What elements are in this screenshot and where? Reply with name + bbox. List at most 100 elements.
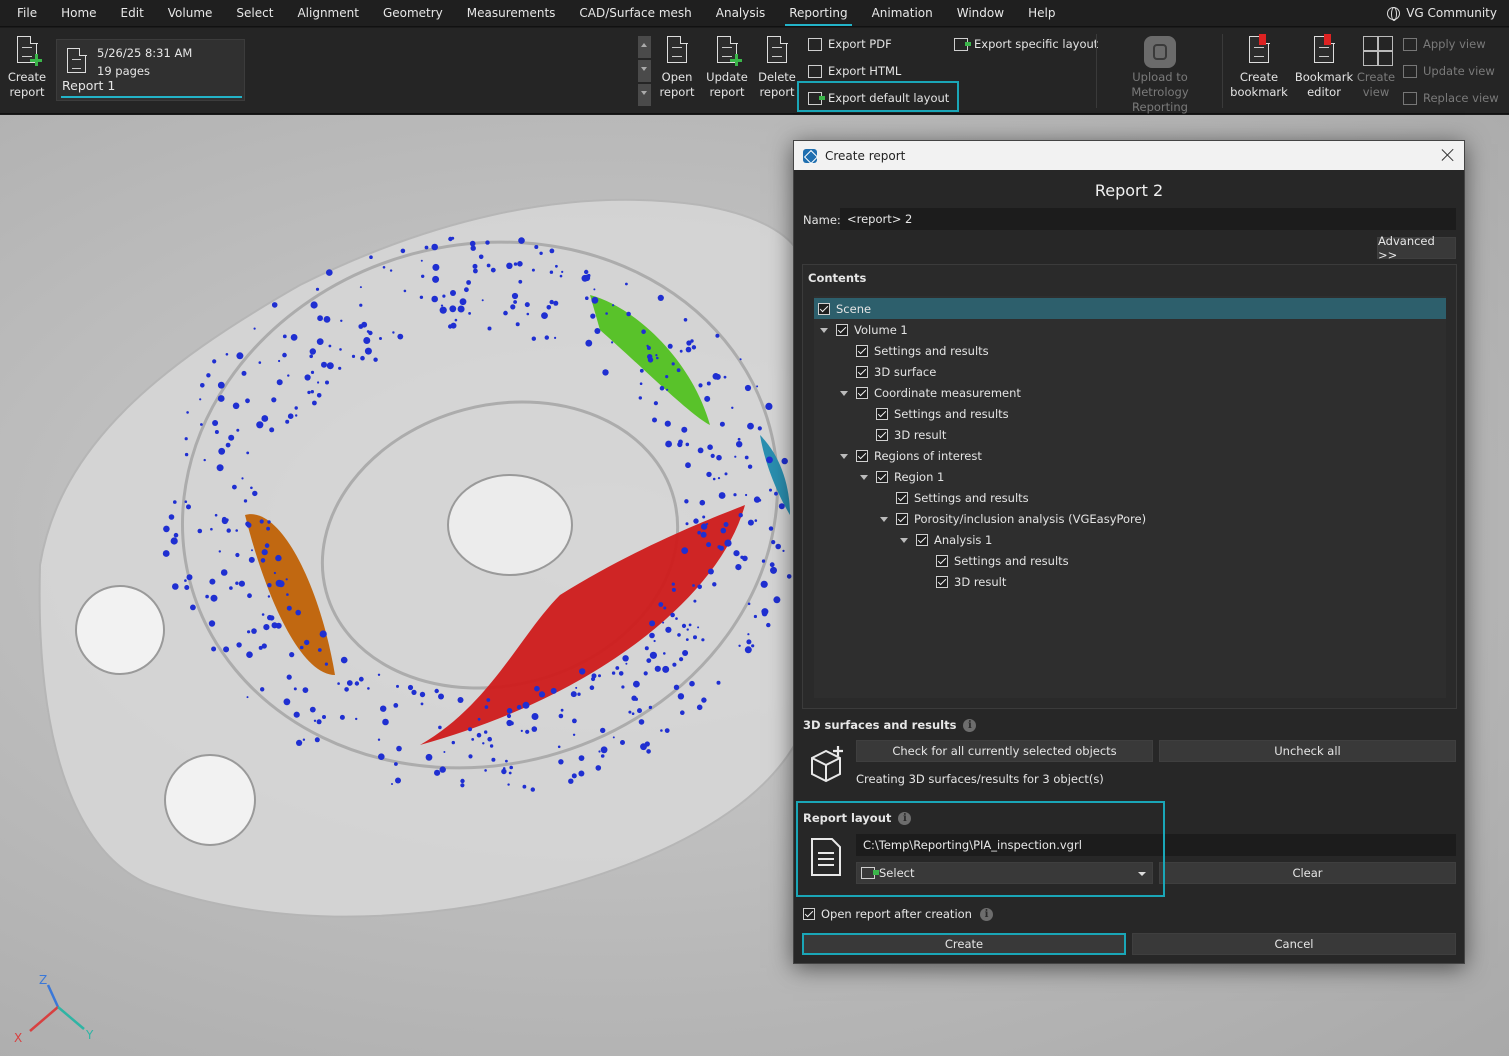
chevron-down-icon[interactable] xyxy=(818,324,830,336)
open-after-checkbox[interactable] xyxy=(803,908,815,920)
tree-item[interactable]: 3D result xyxy=(814,424,1446,445)
menu-cad-surface-mesh[interactable]: CAD/Surface mesh xyxy=(567,0,703,27)
tree-item-checkbox[interactable] xyxy=(936,575,948,588)
info-icon[interactable]: i xyxy=(963,718,977,732)
tree-item-checkbox[interactable] xyxy=(836,323,848,336)
dialog-titlebar[interactable]: Create report xyxy=(794,141,1464,170)
contents-tree[interactable]: Scene Volume 1 Settings and results 3D surf… xyxy=(813,295,1447,699)
gallery-scroll-down-button[interactable] xyxy=(638,60,651,82)
update-view-button[interactable]: Update view xyxy=(1403,60,1495,82)
pore-mark xyxy=(261,415,269,422)
menu-analysis[interactable]: Analysis xyxy=(704,0,777,27)
menu-select[interactable]: Select xyxy=(224,0,285,27)
menu-home[interactable]: Home xyxy=(49,0,108,27)
tree-item[interactable]: Settings and results xyxy=(814,340,1446,361)
pore-mark xyxy=(369,255,373,259)
cancel-button[interactable]: Cancel xyxy=(1132,933,1456,955)
delete-report-button[interactable]: Delete report xyxy=(755,35,799,100)
create-button[interactable]: Create xyxy=(802,933,1126,955)
menu-volume[interactable]: Volume xyxy=(156,0,225,27)
tree-item[interactable]: Porosity/inclusion analysis (VGEasyPore) xyxy=(814,508,1446,529)
create-bookmark-button[interactable]: Create bookmark xyxy=(1230,34,1288,100)
pore-mark xyxy=(589,685,595,690)
chevron-down-icon[interactable] xyxy=(858,471,870,483)
pore-mark xyxy=(220,569,228,576)
tree-item-checkbox[interactable] xyxy=(916,533,928,546)
tree-item[interactable]: Region 1 xyxy=(814,466,1446,487)
tree-item[interactable]: Coordinate measurement xyxy=(814,382,1446,403)
bookmark-editor-button[interactable]: Bookmark editor xyxy=(1294,34,1354,100)
open-report-button[interactable]: Open report xyxy=(657,35,697,100)
pore-mark xyxy=(309,354,314,359)
tree-item[interactable]: Volume 1 xyxy=(814,319,1446,340)
info-icon[interactable]: i xyxy=(979,907,993,921)
export-html-button[interactable]: Export HTML xyxy=(808,60,901,82)
pore-mark xyxy=(432,275,440,283)
tree-item-checkbox[interactable] xyxy=(856,365,868,378)
tree-item-checkbox[interactable] xyxy=(856,386,868,399)
chevron-down-icon[interactable] xyxy=(838,450,850,462)
tree-item-checkbox[interactable] xyxy=(876,428,888,441)
export-specific-layout-button[interactable]: Export specific layout xyxy=(954,33,1098,55)
pore-mark xyxy=(486,698,491,702)
menu-reporting[interactable]: Reporting xyxy=(777,0,859,27)
tree-item[interactable]: Settings and results xyxy=(814,403,1446,424)
tree-item[interactable]: 3D result xyxy=(814,571,1446,592)
menu-help[interactable]: Help xyxy=(1016,0,1067,27)
menu-animation[interactable]: Animation xyxy=(860,0,945,27)
menu-alignment[interactable]: Alignment xyxy=(285,0,370,27)
export-pdf-button[interactable]: Export PDF xyxy=(808,33,892,55)
tree-item-checkbox[interactable] xyxy=(876,470,888,483)
gallery-scroll-up-button[interactable] xyxy=(638,36,651,58)
tree-item-checkbox[interactable] xyxy=(856,449,868,462)
create-view-button[interactable]: Create view xyxy=(1356,36,1396,100)
tree-item-checkbox[interactable] xyxy=(936,554,948,567)
pore-mark xyxy=(264,543,270,548)
open-after-label: Open report after creation xyxy=(821,907,972,921)
report-card-report-1[interactable]: 5/26/25 8:31 AM 19 pages Report 1 xyxy=(56,39,245,101)
open-after-creation-option[interactable]: Open report after creation i xyxy=(803,907,993,921)
replace-view-button[interactable]: Replace view xyxy=(1403,87,1499,109)
tree-item[interactable]: Analysis 1 xyxy=(814,529,1446,550)
pore-mark xyxy=(378,753,385,760)
pore-mark xyxy=(706,542,712,548)
pore-mark xyxy=(487,326,492,331)
clear-layout-button[interactable]: Clear xyxy=(1159,862,1456,884)
vg-community-link[interactable]: VG Community xyxy=(1387,0,1497,27)
tree-item-checkbox[interactable] xyxy=(896,491,908,504)
tree-item[interactable]: 3D surface xyxy=(814,361,1446,382)
uncheck-all-button[interactable]: Uncheck all xyxy=(1159,740,1456,762)
tree-item-checkbox[interactable] xyxy=(896,512,908,525)
chevron-down-icon[interactable] xyxy=(898,534,910,546)
pore-mark xyxy=(289,652,295,658)
menu-edit[interactable]: Edit xyxy=(109,0,156,27)
chevron-down-icon[interactable] xyxy=(838,387,850,399)
tree-item[interactable]: Settings and results xyxy=(814,550,1446,571)
update-report-button[interactable]: Update report xyxy=(705,35,749,100)
pore-mark xyxy=(693,599,697,603)
create-report-button[interactable]: Create report xyxy=(6,35,48,100)
apply-view-button[interactable]: Apply view xyxy=(1403,33,1486,55)
tree-item[interactable]: Regions of interest xyxy=(814,445,1446,466)
menu-geometry[interactable]: Geometry xyxy=(371,0,455,27)
check-all-selected-button[interactable]: Check for all currently selected objects xyxy=(856,740,1153,762)
pore-mark xyxy=(662,665,670,673)
upload-metrology-button[interactable]: Upload to Metrology Reporting xyxy=(1102,36,1218,115)
close-icon[interactable] xyxy=(1440,147,1456,163)
chevron-down-icon[interactable] xyxy=(878,513,890,525)
menu-measurements[interactable]: Measurements xyxy=(455,0,568,27)
report-name-input[interactable] xyxy=(840,208,1456,230)
tree-item-checkbox[interactable] xyxy=(876,407,888,420)
advanced-button[interactable]: Advanced >> xyxy=(1377,234,1456,262)
tree-item[interactable]: Scene xyxy=(814,298,1446,319)
pore-mark xyxy=(600,746,608,754)
report-gallery-scroller[interactable] xyxy=(638,36,651,106)
pore-mark xyxy=(476,732,482,738)
menu-file[interactable]: File xyxy=(0,0,49,27)
tree-item-checkbox[interactable] xyxy=(818,302,830,315)
tree-item-checkbox[interactable] xyxy=(856,344,868,357)
tree-item[interactable]: Settings and results xyxy=(814,487,1446,508)
gallery-expand-button[interactable] xyxy=(638,84,651,106)
menu-window[interactable]: Window xyxy=(945,0,1016,27)
